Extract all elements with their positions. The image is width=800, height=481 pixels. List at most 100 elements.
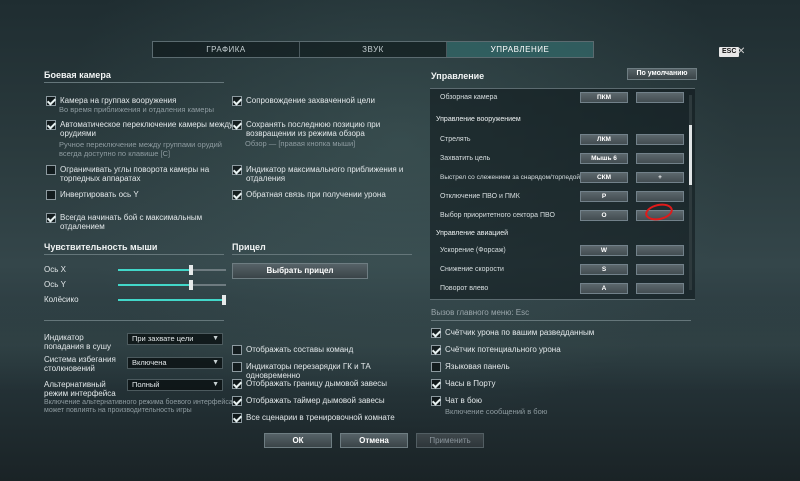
checkbox-damage-feedback[interactable]: Обратная связь при получении урона	[232, 190, 426, 200]
chevron-down-icon: ▼	[212, 359, 219, 366]
checkbox-label: Отображать таймер дымовой завесы	[246, 396, 385, 405]
keybind-primary[interactable]: A	[580, 283, 628, 294]
field-label: Альтернативный режим интерфейса	[44, 380, 116, 398]
checkbox-max-zoom-indicator[interactable]: Индикатор максимального приближения и от…	[232, 165, 411, 183]
keybind-secondary[interactable]	[636, 264, 684, 275]
checkbox-box[interactable]	[232, 362, 242, 372]
checkbox-limit-torpedo-angles[interactable]: Ограничивать углы поворота камеры на тор…	[46, 165, 220, 183]
checkbox-box[interactable]	[431, 328, 441, 338]
checkbox-label: Часы в Порту	[445, 379, 496, 388]
checkbox-port-clock[interactable]: Часы в Порту	[431, 379, 625, 389]
checkbox-box[interactable]	[46, 96, 56, 106]
keybind-row: Захватить цель Мышь 6	[430, 150, 685, 169]
tab-sound[interactable]: ЗВУК	[300, 42, 447, 57]
keybind-primary[interactable]: ЛКМ	[580, 134, 628, 145]
keybind-primary[interactable]: P	[580, 191, 628, 202]
checkbox-box[interactable]	[232, 96, 242, 106]
checkbox-track-locked-target[interactable]: Сопровождение захваченной цели	[232, 96, 426, 106]
defaults-button[interactable]: По умолчанию	[627, 68, 697, 80]
checkbox-label: Обратная связь при получении урона	[246, 190, 386, 199]
slider-fill	[118, 299, 226, 301]
slider-handle[interactable]	[189, 280, 193, 290]
checkbox-battle-chat[interactable]: Чат в бою	[431, 396, 625, 406]
apply-button[interactable]: Применить	[416, 433, 484, 448]
close-icon[interactable]: ✕	[737, 46, 745, 57]
checkbox-box[interactable]	[431, 345, 441, 355]
checkbox-language-panel[interactable]: Языковая панель	[431, 362, 625, 372]
slider-label: Колёсико	[44, 295, 79, 304]
tab-controls[interactable]: УПРАВЛЕНИЕ	[447, 42, 593, 57]
camera-section-title: Боевая камера	[44, 70, 111, 80]
checkbox-label: Языковая панель	[445, 362, 510, 371]
slider-y-axis[interactable]	[118, 280, 226, 290]
checkbox-save-last-position[interactable]: Сохранять последнюю позицию при возвраще…	[232, 120, 396, 138]
interface-mode-select[interactable]: Полный ▼	[127, 379, 223, 391]
ok-button[interactable]: ОК	[264, 433, 332, 448]
checkbox-invert-y[interactable]: Инвертировать ось Y	[46, 190, 240, 200]
checkbox-reload-indicators[interactable]: Индикаторы перезарядки ГК и ТА одновреме…	[232, 362, 426, 380]
checkbox-box[interactable]	[232, 379, 242, 389]
checkbox-box[interactable]	[46, 213, 56, 223]
checkbox-box[interactable]	[232, 345, 242, 355]
keybind-row: Обзорная камера ПКМ	[430, 89, 685, 108]
divider	[44, 320, 224, 321]
keybind-primary[interactable]: O	[580, 210, 628, 221]
checkbox-show-team-rosters[interactable]: Отображать составы команд	[232, 345, 426, 355]
keybind-primary[interactable]: W	[580, 245, 628, 256]
keybind-row: Снижение скорости S	[430, 261, 685, 280]
checkbox-box[interactable]	[232, 396, 242, 406]
slider-wheel[interactable]	[118, 295, 226, 305]
checkbox-label: Чат в бою	[445, 396, 482, 405]
keybind-label: Захватить цель	[440, 155, 491, 162]
slider-handle[interactable]	[222, 295, 226, 305]
keybind-label: Отключение ПВО и ПМК	[440, 193, 520, 200]
keybind-primary[interactable]: ПКМ	[580, 92, 628, 103]
checkbox-box[interactable]	[232, 413, 242, 423]
keybind-secondary[interactable]	[636, 153, 684, 164]
tab-graphics[interactable]: ГРАФИКА	[153, 42, 300, 57]
cancel-button[interactable]: Отмена	[340, 433, 408, 448]
keybind-secondary[interactable]	[636, 191, 684, 202]
keybind-secondary[interactable]	[636, 283, 684, 294]
checkbox-max-zoom-start[interactable]: Всегда начинать бой с максимальным отдал…	[46, 213, 220, 231]
keybind-scrollbar[interactable]	[689, 95, 692, 290]
hit-indicator-select[interactable]: При захвате цели ▼	[127, 333, 223, 345]
checkbox-box[interactable]	[46, 120, 56, 130]
slider-label: Ось Y	[44, 280, 66, 289]
collision-avoidance-select[interactable]: Включена ▼	[127, 357, 223, 369]
checkbox-all-scenarios-training[interactable]: Все сценарии в тренировочной комнате	[232, 413, 426, 423]
select-value: При захвате цели	[132, 334, 194, 343]
checkbox-smoke-border[interactable]: Отображать границу дымовой завесы	[232, 379, 426, 389]
keybind-secondary[interactable]: +	[636, 172, 684, 183]
checkbox-scout-damage-counter[interactable]: Счётчик урона по вашим разведданным	[431, 328, 625, 338]
keybind-secondary[interactable]	[636, 92, 684, 103]
keybind-secondary[interactable]	[636, 134, 684, 145]
checkbox-box[interactable]	[232, 120, 242, 130]
slider-label: Ось X	[44, 265, 66, 274]
checkbox-box[interactable]	[46, 165, 56, 175]
checkbox-auto-switch-camera[interactable]: Автоматическое переключение камеры между…	[46, 120, 235, 138]
checkbox-label: Счётчик потенциального урона	[445, 345, 561, 354]
select-sight-button[interactable]: Выбрать прицел	[232, 263, 368, 279]
slider-fill	[118, 269, 189, 271]
checkbox-box[interactable]	[431, 396, 441, 406]
checkbox-potential-damage-counter[interactable]: Счётчик потенциального урона	[431, 345, 625, 355]
checkbox-box[interactable]	[431, 379, 441, 389]
checkbox-smoke-timer[interactable]: Отображать таймер дымовой завесы	[232, 396, 426, 406]
checkbox-box[interactable]	[232, 165, 242, 175]
checkbox-box[interactable]	[232, 190, 242, 200]
chevron-down-icon: ▼	[212, 381, 219, 388]
slider-x-axis[interactable]	[118, 265, 226, 275]
checkbox-label: Счётчик урона по вашим разведданным	[445, 328, 595, 337]
slider-handle[interactable]	[189, 265, 193, 275]
scrollbar-thumb[interactable]	[689, 125, 692, 185]
keybind-primary[interactable]: S	[580, 264, 628, 275]
keybind-primary[interactable]: Мышь 6	[580, 153, 628, 164]
keybind-primary[interactable]: СКМ	[580, 172, 628, 183]
divider	[44, 254, 224, 255]
interface-hint: Включение альтернативного режима боевого…	[44, 399, 233, 414]
keybind-secondary[interactable]	[636, 245, 684, 256]
checkbox-box[interactable]	[46, 190, 56, 200]
checkbox-label: Отображать составы команд	[246, 345, 354, 354]
checkbox-box[interactable]	[431, 362, 441, 372]
